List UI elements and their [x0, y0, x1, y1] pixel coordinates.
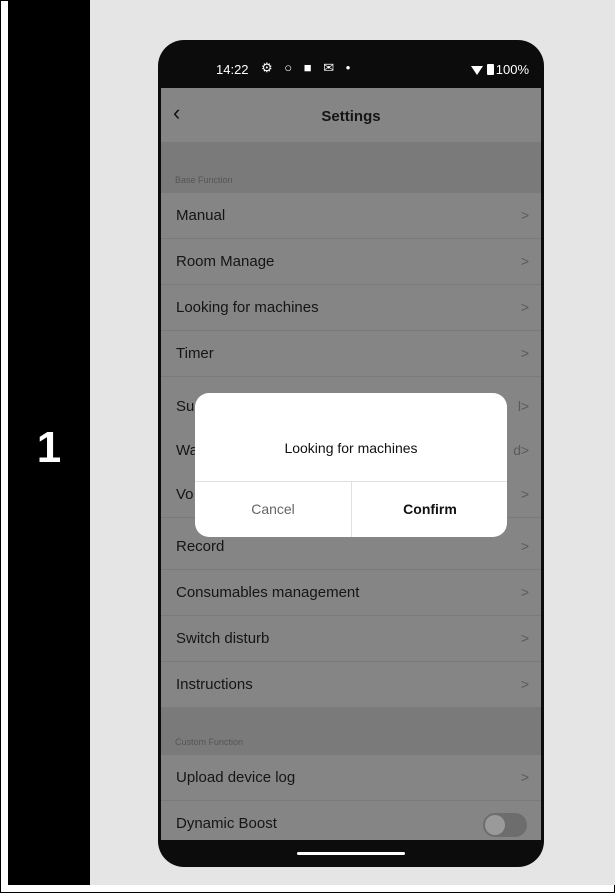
page-title: Settings	[321, 108, 381, 125]
row-label: Su	[176, 398, 195, 415]
app-header: ‹ Settings	[161, 88, 541, 142]
toggle-knob	[485, 815, 505, 835]
row-label: Timer	[176, 345, 214, 362]
confirm-dialog: Looking for machines Cancel Confirm	[195, 393, 507, 537]
row-label: Instructions	[176, 676, 253, 693]
chevron-right-icon: >	[520, 630, 529, 646]
battery-level: 100%	[495, 62, 529, 77]
battery-icon	[486, 64, 494, 75]
home-indicator[interactable]	[297, 852, 405, 855]
row-label: Dynamic Boost	[176, 815, 277, 832]
row-label: Record	[176, 538, 225, 555]
chevron-right-icon: >	[520, 486, 529, 502]
chevron-right-icon: >	[520, 584, 529, 600]
step-number: 1	[36, 423, 62, 472]
settings-row-manual[interactable]: Manual >	[161, 193, 541, 239]
chevron-right-icon: >	[520, 345, 529, 361]
row-label: Room Manage	[176, 253, 275, 270]
notification-icons: ⚙ ○ ■ ✉ •	[261, 60, 355, 75]
chevron-right-icon: >	[520, 207, 529, 223]
dynamic-boost-toggle[interactable]	[483, 813, 527, 837]
step-column: 1	[8, 0, 90, 885]
settings-row-consumables-management[interactable]: Consumables management >	[161, 570, 541, 616]
row-label: Consumables management	[176, 584, 360, 601]
row-label: Manual	[176, 207, 226, 224]
row-label: Upload device log	[176, 769, 296, 786]
settings-row-upload-device-log[interactable]: Upload device log >	[161, 755, 541, 801]
section-label-base: Base Function	[161, 142, 541, 193]
wifi-icon	[470, 66, 483, 75]
chevron-right-icon: >	[520, 769, 529, 785]
status-right: 100%	[470, 62, 529, 77]
section-label-custom: Custom Function	[161, 708, 541, 755]
settings-row-timer[interactable]: Timer >	[161, 331, 541, 377]
status-time: 14:22	[216, 62, 249, 77]
chevron-right-icon: >	[520, 299, 529, 315]
cancel-button[interactable]: Cancel	[195, 481, 351, 537]
settings-row-dynamic-boost[interactable]: Dynamic Boost	[161, 801, 541, 840]
row-label: Switch disturb	[176, 630, 270, 647]
chevron-right-icon: >	[520, 676, 529, 692]
settings-row-instructions[interactable]: Instructions >	[161, 662, 541, 708]
chevron-right-icon: >	[520, 253, 529, 269]
dialog-message: Looking for machines	[284, 440, 418, 456]
settings-row-looking-for-machines[interactable]: Looking for machines >	[161, 285, 541, 331]
settings-row-switch-disturb[interactable]: Switch disturb >	[161, 616, 541, 662]
row-label: Looking for machines	[176, 299, 319, 316]
chevron-right-icon: >	[520, 398, 529, 414]
status-bar: 14:22 ⚙ ○ ■ ✉ • 100%	[161, 52, 541, 88]
confirm-button[interactable]: Confirm	[352, 481, 507, 537]
settings-row-room-manage[interactable]: Room Manage >	[161, 239, 541, 285]
row-label: Vo	[176, 486, 194, 503]
chevron-right-icon: >	[520, 442, 529, 458]
chevron-right-icon: >	[520, 538, 529, 554]
